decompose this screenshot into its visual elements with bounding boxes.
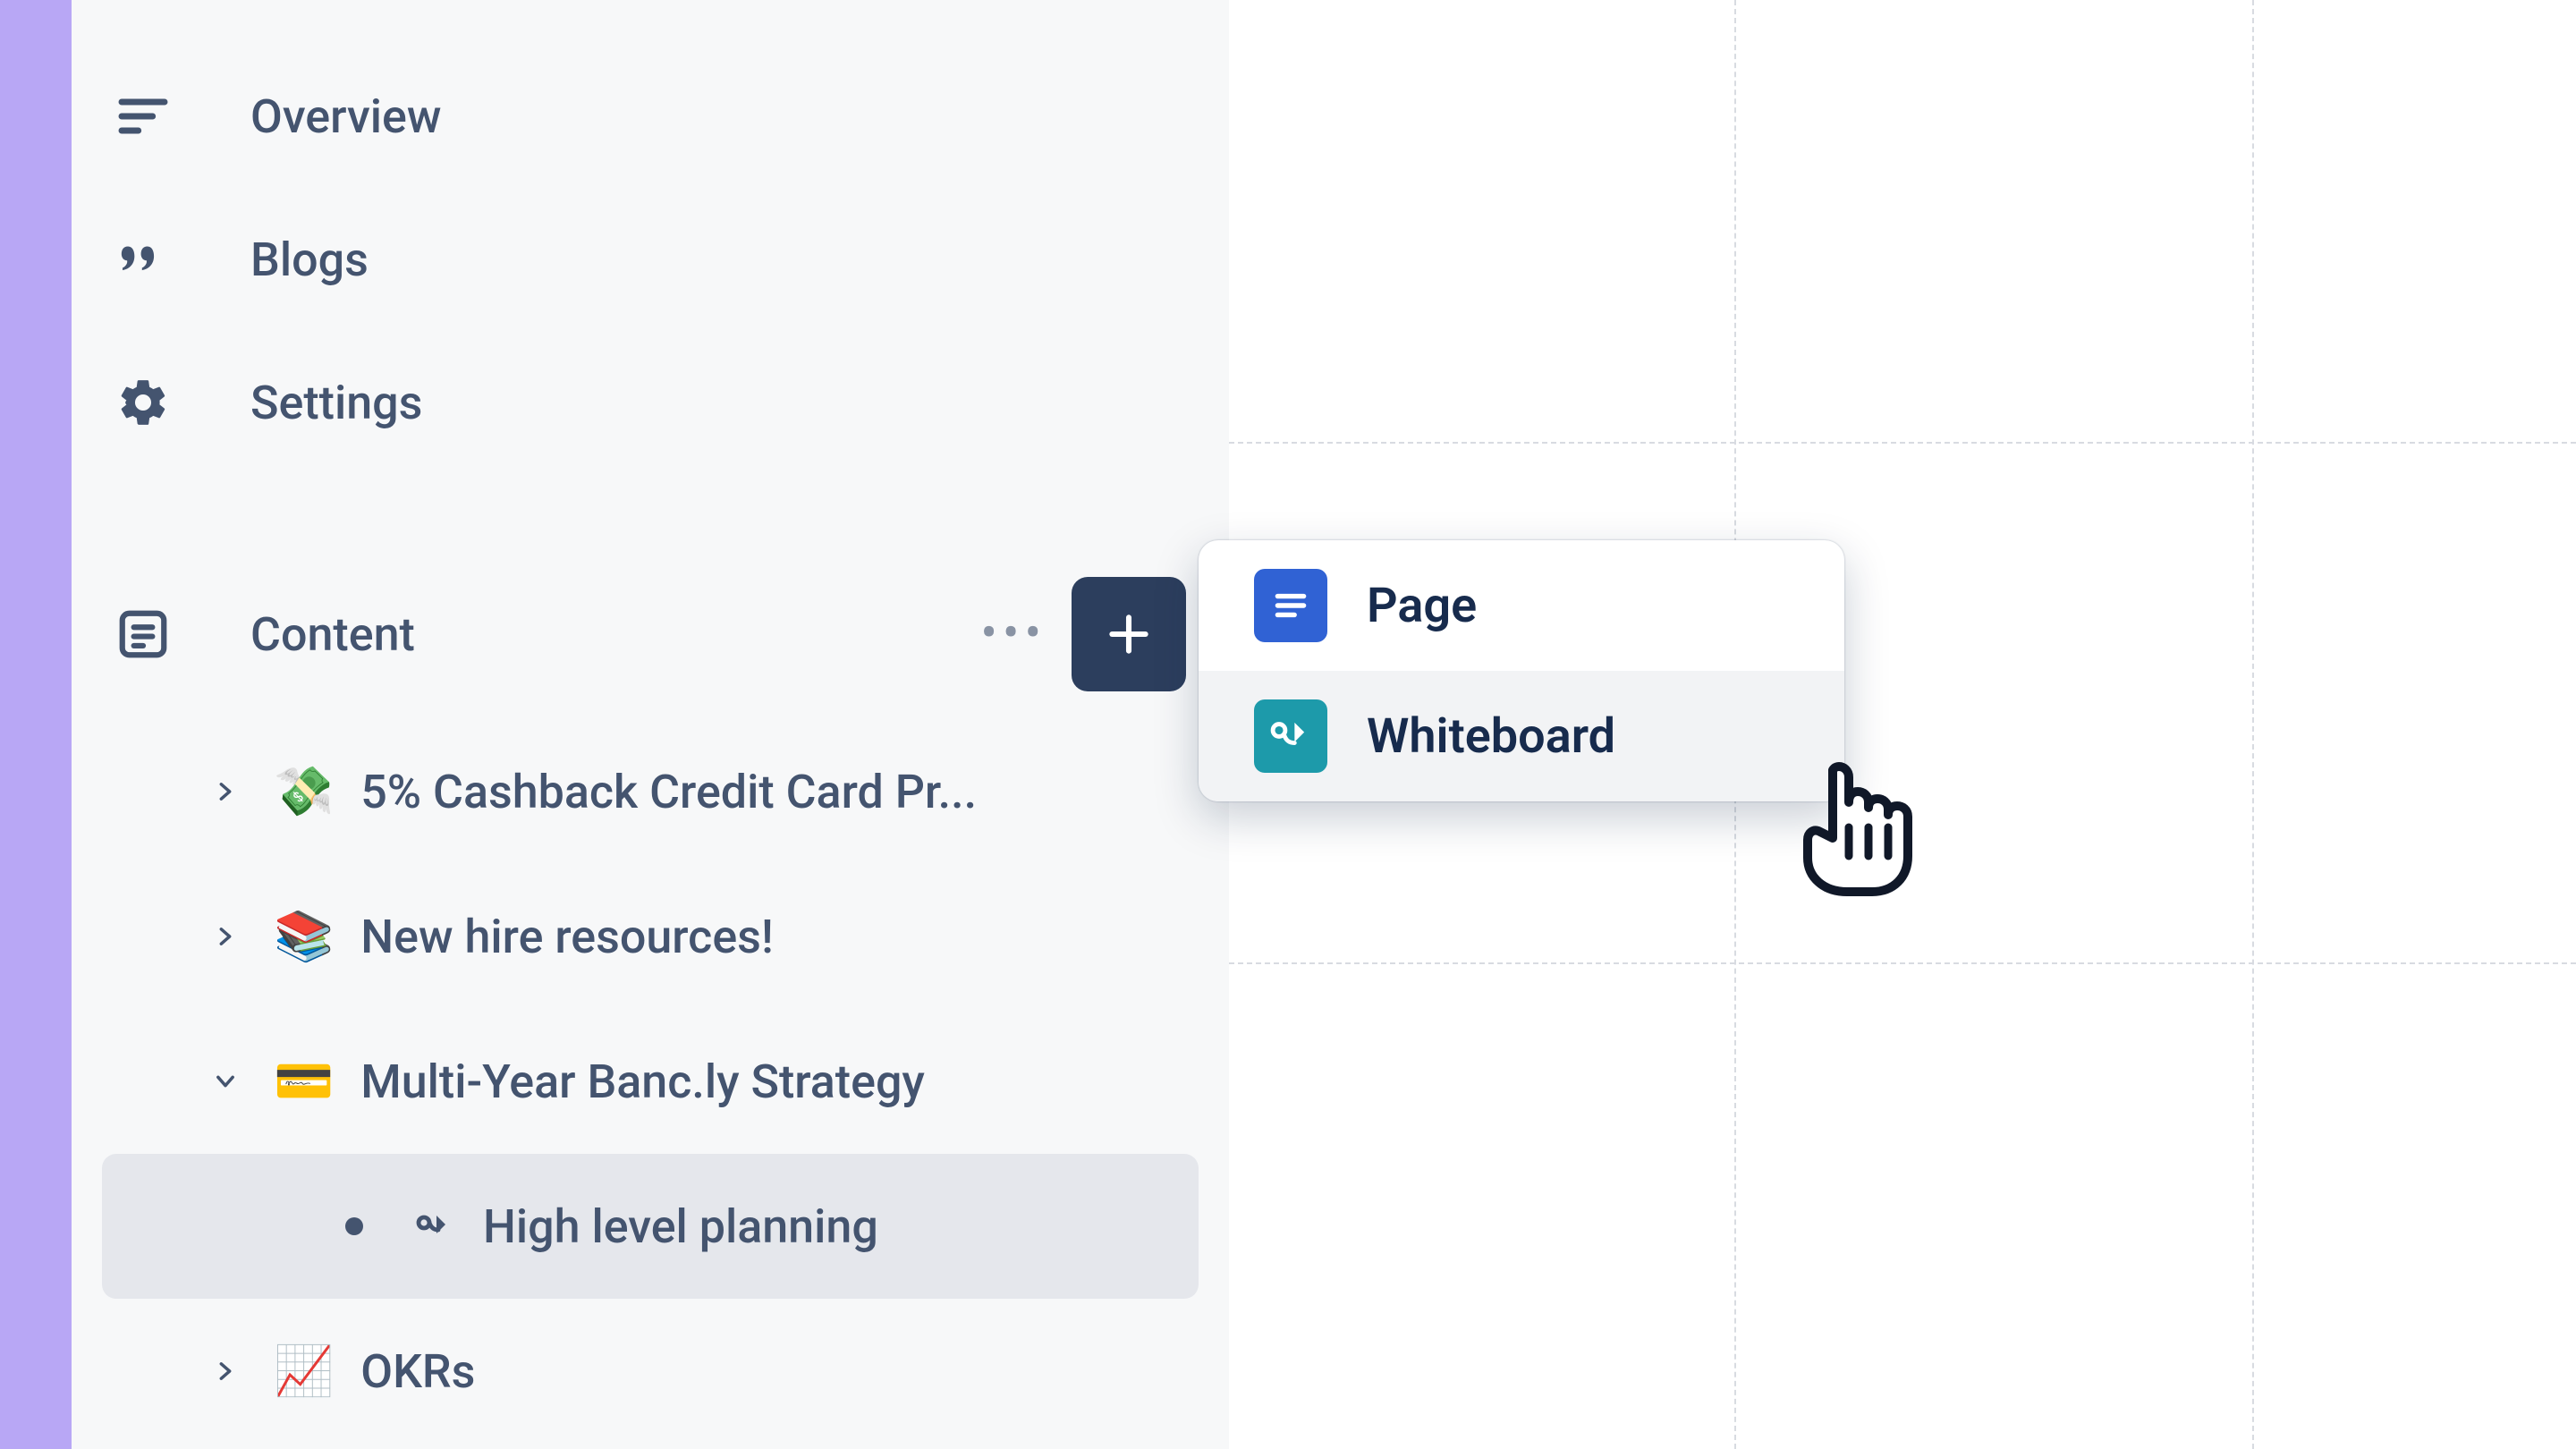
card-icon: 💳 bbox=[274, 1054, 334, 1110]
sidebar: Overview Blogs Settings Content ••• bbox=[72, 0, 1229, 1449]
menu-item-label: Page bbox=[1367, 578, 1477, 634]
grid-line bbox=[1229, 442, 2576, 444]
nav-overview-label: Overview bbox=[250, 89, 441, 144]
tree-item-high-level-planning[interactable]: High level planning bbox=[102, 1154, 1199, 1299]
tree-item-cashback[interactable]: 💸 5% Cashback Credit Card Pr... bbox=[102, 719, 1199, 864]
add-content-button[interactable] bbox=[1072, 577, 1186, 691]
tree-item-newhire[interactable]: 📚 New hire resources! bbox=[102, 864, 1199, 1009]
tree-item-label: OKRs bbox=[360, 1344, 475, 1399]
chevron-right-icon[interactable] bbox=[213, 924, 252, 949]
tree-item-strategy[interactable]: 💳 Multi-Year Banc.ly Strategy bbox=[102, 1009, 1199, 1154]
tree-item-label: 5% Cashback Credit Card Pr... bbox=[360, 765, 977, 819]
overview-icon bbox=[114, 88, 172, 145]
chevron-down-icon[interactable] bbox=[213, 1069, 252, 1094]
app-root: Overview Blogs Settings Content ••• bbox=[0, 0, 2576, 1449]
chart-icon: 📈 bbox=[274, 1343, 334, 1400]
grid-line bbox=[2252, 0, 2254, 1449]
quotes-icon bbox=[114, 231, 172, 288]
plus-icon bbox=[1104, 609, 1154, 659]
tree-item-label: High level planning bbox=[483, 1199, 878, 1254]
nav-content[interactable]: Content ••• bbox=[72, 576, 1229, 692]
nav-settings-label: Settings bbox=[250, 376, 422, 430]
content-tree: 💸 5% Cashback Credit Card Pr... 📚 New hi… bbox=[72, 719, 1229, 1449]
books-icon: 📚 bbox=[274, 909, 334, 965]
chevron-right-icon[interactable] bbox=[213, 779, 252, 804]
menu-item-label: Whiteboard bbox=[1367, 708, 1615, 765]
money-icon: 💸 bbox=[274, 764, 334, 820]
gear-icon bbox=[114, 374, 172, 431]
nav-overview[interactable]: Overview bbox=[72, 45, 1229, 188]
nav-blogs[interactable]: Blogs bbox=[72, 188, 1229, 331]
left-rail bbox=[0, 0, 72, 1449]
chevron-right-icon[interactable] bbox=[213, 1359, 252, 1384]
nav-content-label: Content bbox=[250, 607, 980, 662]
menu-item-page[interactable]: Page bbox=[1199, 540, 1844, 671]
more-icon[interactable]: ••• bbox=[980, 622, 1046, 647]
grid-line bbox=[1229, 962, 2576, 964]
create-menu: Page Whiteboard bbox=[1199, 540, 1844, 801]
tree-item-quarterly[interactable]: ✏️ Quarterly Plans bbox=[102, 1444, 1199, 1449]
nav-settings[interactable]: Settings bbox=[72, 331, 1229, 474]
page-icon bbox=[1254, 569, 1327, 642]
content-icon bbox=[114, 606, 172, 663]
tree-item-label: Multi-Year Banc.ly Strategy bbox=[360, 1055, 925, 1109]
whiteboard-icon bbox=[1254, 699, 1327, 773]
menu-item-whiteboard[interactable]: Whiteboard bbox=[1199, 671, 1844, 801]
bullet-icon bbox=[345, 1217, 363, 1235]
whiteboard-mini-icon bbox=[413, 1205, 456, 1248]
tree-item-okrs[interactable]: 📈 OKRs bbox=[102, 1299, 1199, 1444]
tree-item-label: New hire resources! bbox=[360, 910, 773, 964]
nav-blogs-label: Blogs bbox=[250, 233, 369, 287]
